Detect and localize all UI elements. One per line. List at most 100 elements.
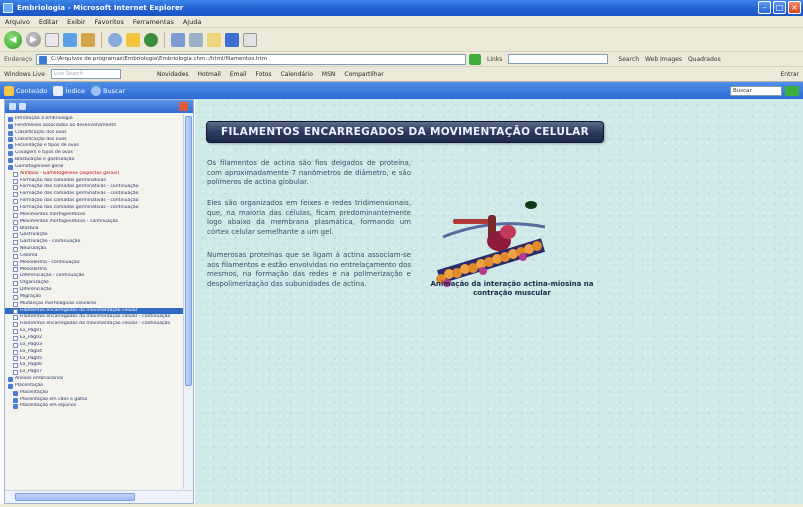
menu-edit[interactable]: Editar (39, 18, 58, 26)
tree-item[interactable]: Fenômenos associados ao desenvolvimento (5, 123, 185, 130)
tree-item[interactable]: Mesoderma (5, 267, 185, 274)
stop-icon[interactable] (45, 32, 59, 47)
busca-go-button[interactable] (785, 85, 799, 96)
page-icon (13, 226, 18, 232)
tree-item[interactable]: Filamentos encarregados da movimentação … (5, 314, 185, 321)
menu-file[interactable]: Arquivo (5, 18, 30, 26)
tree-item[interactable]: Classificação dos ovos (5, 130, 185, 137)
mail-icon[interactable] (171, 32, 185, 47)
tree-item[interactable]: Neurulação (5, 246, 185, 253)
edit-pencil-icon[interactable] (225, 32, 239, 47)
tree-item[interactable]: Movimentos morfogenéticos (5, 212, 185, 219)
tree-item[interactable]: Blastulação e gastrulação (5, 157, 185, 164)
tree-item[interactable]: Placentação em cães e gatos (5, 397, 185, 404)
menu-favorites[interactable]: Favoritos (95, 18, 124, 26)
tree-item[interactable]: Mudanças morfológicas celulares (5, 301, 185, 308)
tree-item[interactable]: Diferenciação - continuação (5, 273, 185, 280)
contents-label: Conteúdo (16, 86, 48, 95)
tree-item[interactable]: Ex_Pag04 (5, 349, 185, 356)
live-link-calendar[interactable]: Calendário (281, 71, 313, 78)
tree-item[interactable]: Ex_Pag01 (5, 328, 185, 335)
tree-item[interactable]: Clivagem e tipos de ovos (5, 150, 185, 157)
live-link-share[interactable]: Compartilhar (344, 71, 383, 78)
tree-item[interactable]: Filamentos encarregados da movimentação … (5, 321, 185, 328)
live-link-hotmail[interactable]: Hotmail (197, 71, 220, 78)
tree-item[interactable]: Organização (5, 280, 185, 287)
history-icon[interactable] (144, 32, 158, 47)
quadrados-link[interactable]: Quadrados (688, 56, 721, 63)
live-search-input[interactable]: Live Search (50, 69, 121, 79)
close-button[interactable]: × (788, 1, 801, 14)
busca-dropdown[interactable]: Buscar (730, 85, 782, 96)
live-link-photos[interactable]: Fotos (256, 71, 272, 78)
tree-item[interactable]: Ex_Pag06 (5, 362, 185, 369)
tree-item[interactable]: Ex_Pag03 (5, 342, 185, 349)
sidebar-horizontal-scrollbar[interactable] (5, 490, 193, 503)
sidebar-hscroll-thumb[interactable] (15, 493, 135, 501)
menu-tools[interactable]: Ferramentas (133, 18, 174, 26)
sidebar-close-icon[interactable] (179, 102, 188, 111)
live-link-news[interactable]: Novidades (157, 71, 189, 78)
address-input[interactable]: C:\Arquivos de programas\Embriologia\Emb… (36, 53, 466, 65)
tree-item[interactable]: Anexos embrionários (5, 376, 185, 383)
back-button[interactable]: ◀ (4, 30, 22, 49)
tree-item[interactable]: Placentação (5, 390, 185, 397)
yahoo-search-input[interactable] (508, 54, 609, 64)
sidebar-forward-icon[interactable] (19, 103, 26, 110)
tree-item-label: Blástula (20, 225, 39, 231)
book-icon (8, 376, 13, 382)
forward-button[interactable]: ▶ (26, 32, 41, 47)
sidebar-scroll-thumb[interactable] (185, 116, 192, 386)
tree-item[interactable]: Celoma (5, 253, 185, 260)
tree-item[interactable]: Filamentos encarregados da movimentação … (5, 307, 185, 315)
favorites-star-icon[interactable] (126, 32, 140, 47)
links-label[interactable]: Links (487, 56, 502, 63)
search-binoculars-icon (90, 85, 101, 96)
sidebar-back-icon[interactable] (9, 103, 16, 110)
minimize-button[interactable]: – (758, 1, 771, 14)
tree-item[interactable]: Ex_Pag02 (5, 335, 185, 342)
tree-item[interactable]: Diferenciação (5, 287, 185, 294)
tree-item[interactable]: Formação das camadas germinativas - cont… (5, 184, 185, 191)
folder-icon[interactable] (207, 32, 221, 47)
sidebar-vertical-scrollbar[interactable] (183, 114, 193, 489)
tree-item[interactable]: Gastrulação (5, 232, 185, 239)
tree-item[interactable]: Classificação dos ovos (5, 137, 185, 144)
index-tab[interactable]: Índice (53, 85, 85, 96)
discuss-icon[interactable] (243, 32, 257, 47)
tree-item[interactable]: Placentação em equinos (5, 403, 185, 410)
windows-live-label[interactable]: Windows Live (4, 71, 45, 78)
contents-tab[interactable]: Conteúdo (4, 85, 48, 96)
web-images-link[interactable]: Web Images (645, 56, 682, 63)
tree-item[interactable]: Fecundação e tipos de ovos (5, 143, 185, 150)
tree-item[interactable]: Mesoderma - continuação (5, 260, 185, 267)
tree-item[interactable]: Gastrulação - continuação (5, 239, 185, 246)
refresh-icon[interactable] (63, 32, 77, 47)
home-icon[interactable] (81, 32, 95, 47)
live-link-email[interactable]: Email (230, 71, 247, 78)
tree-item[interactable]: Ex_Pag07 (5, 369, 185, 376)
tree-item[interactable]: Ex_Pag05 (5, 356, 185, 363)
print-icon[interactable] (189, 32, 203, 47)
menu-help[interactable]: Ajuda (183, 18, 201, 26)
page-icon (13, 301, 18, 307)
sign-in-link[interactable]: Entrar (780, 71, 799, 78)
go-button[interactable] (469, 53, 481, 65)
menu-view[interactable]: Exibir (67, 18, 85, 26)
tree-item[interactable]: Migração (5, 294, 185, 301)
tree-item[interactable]: Movimentos morfogenéticos - continuação (5, 219, 185, 226)
search-icon[interactable] (108, 32, 122, 47)
live-link-msn[interactable]: MSN (322, 71, 335, 78)
tree-item[interactable]: Formação das camadas germinativas - cont… (5, 191, 185, 198)
tree-item[interactable]: Formação das camadas germinativas (5, 178, 185, 185)
search-link[interactable]: Search (618, 56, 639, 63)
tree-item[interactable]: Formação das camadas germinativas - cont… (5, 205, 185, 212)
maximize-button[interactable]: □ (773, 1, 786, 14)
search-tab[interactable]: Buscar (90, 85, 125, 96)
tree-item[interactable]: Placentação (5, 383, 185, 390)
tree-item[interactable]: Introdução à embriologia (5, 116, 185, 123)
tree-item[interactable]: Gametogênese geral (5, 164, 185, 171)
tree-item[interactable]: Formação das camadas germinativas - cont… (5, 198, 185, 205)
tree-item[interactable]: Blástula (5, 226, 185, 233)
tree-item[interactable]: Anfíbios - Gametogênese (aspectos gerais… (5, 171, 185, 178)
